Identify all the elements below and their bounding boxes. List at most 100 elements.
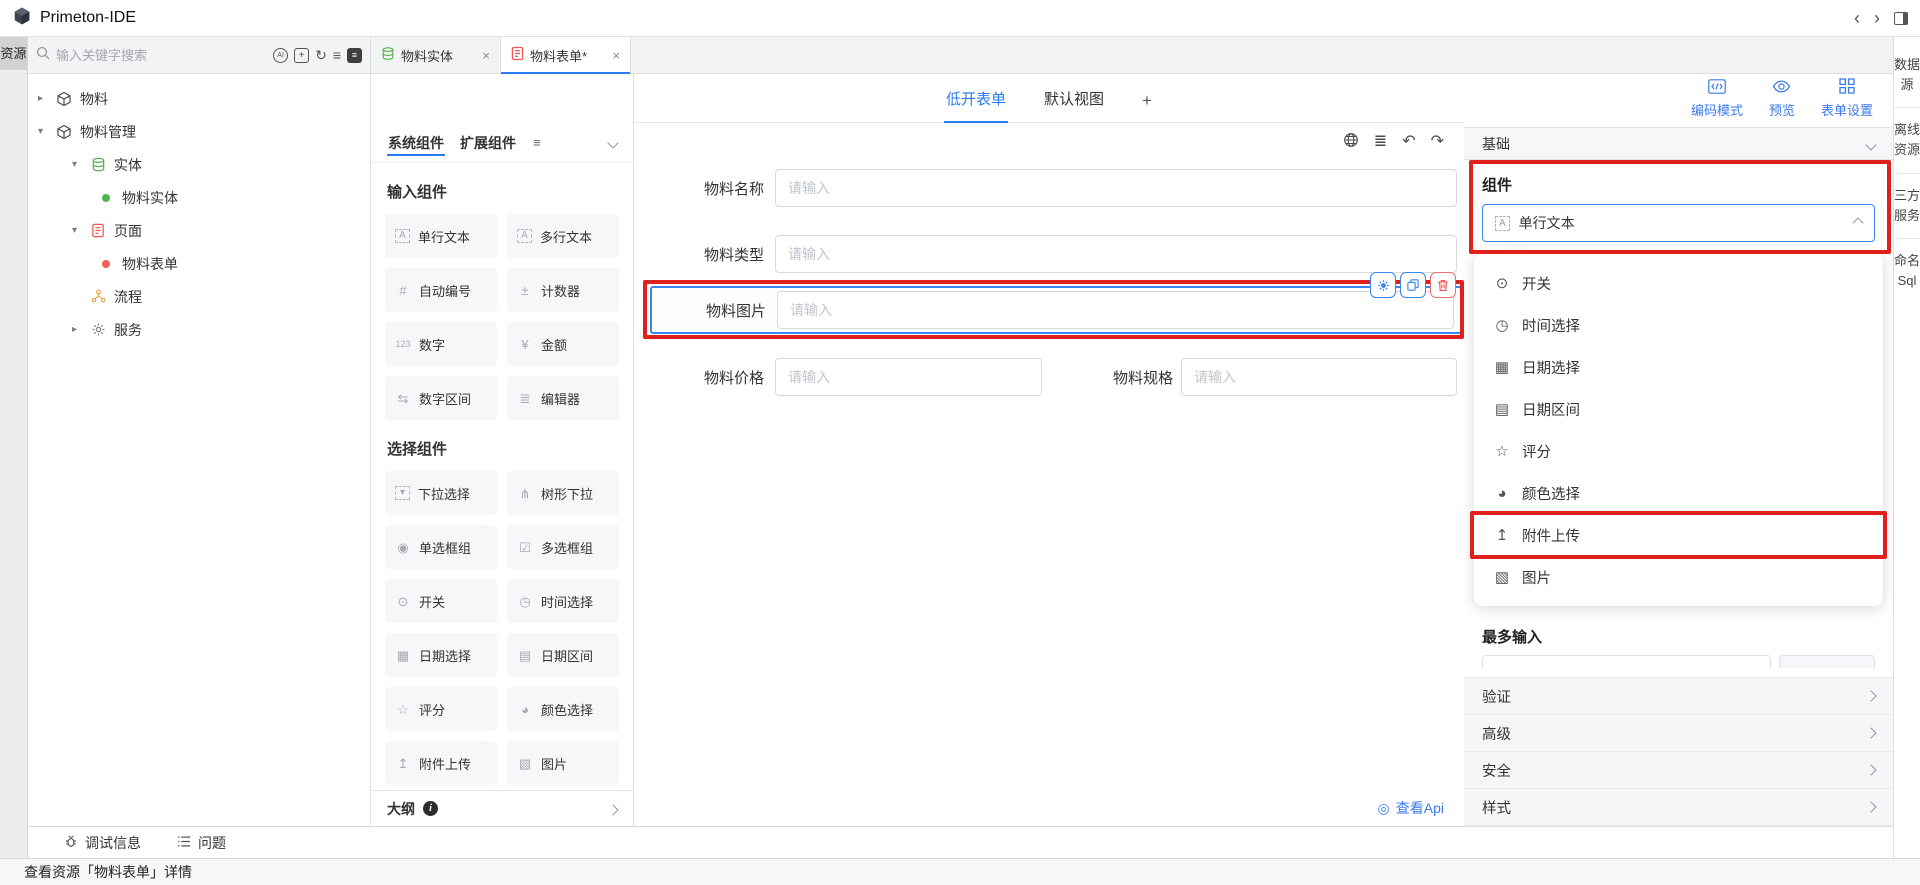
outline-footer[interactable]: 大纲 i [371, 790, 633, 826]
palette-item-auto-number[interactable]: #自动编号 [385, 268, 497, 312]
section-security[interactable]: 安全 [1464, 752, 1893, 789]
field-copy-button[interactable] [1400, 272, 1426, 298]
field-settings-button[interactable] [1370, 272, 1396, 298]
basic-section-header[interactable]: 基础 [1464, 127, 1893, 160]
section-validation[interactable]: 验证 [1464, 678, 1893, 715]
add-view-button[interactable]: + [1140, 91, 1154, 122]
field-input[interactable] [775, 235, 1457, 273]
field-input[interactable] [775, 169, 1457, 207]
history-back-icon[interactable]: ‹ [1854, 9, 1860, 27]
toggle-panel-icon[interactable] [1894, 12, 1908, 25]
dropdown-option-date-picker[interactable]: ▦日期选择 [1474, 346, 1883, 388]
palette-item-multi-text[interactable]: A多行文本 [507, 214, 619, 258]
redo-icon[interactable]: ↷ [1431, 134, 1444, 150]
dropdown-option-date-range[interactable]: ▤日期区间 [1474, 388, 1883, 430]
tab-system-components[interactable]: 系统组件 [387, 124, 445, 162]
undo-icon[interactable]: ↶ [1402, 134, 1415, 150]
rail-tab-resources[interactable]: 资源 [0, 37, 27, 70]
field-input[interactable] [777, 291, 1454, 329]
form-field-image[interactable]: 物料图片 [652, 291, 1460, 329]
form-field-name[interactable]: 物料名称 [634, 169, 1464, 207]
palette-item-rating[interactable]: ☆评分 [385, 687, 497, 731]
max-input-unit-box[interactable] [1779, 655, 1875, 668]
rail-tab-named-sql[interactable]: 命名Sql [1894, 239, 1920, 303]
tree-item-service[interactable]: ▸ 服务 [28, 313, 370, 346]
section-advanced[interactable]: 高级 [1464, 715, 1893, 752]
field-input-price[interactable] [775, 358, 1042, 396]
form-settings-button[interactable]: 表单设置 [1821, 78, 1873, 119]
history-forward-icon[interactable]: › [1874, 9, 1880, 27]
palette-item-image[interactable]: ▧图片 [507, 741, 619, 785]
rail-tab-thirdparty-services[interactable]: 三方服务 [1894, 174, 1920, 239]
dropdown-option-image[interactable]: ▧图片 [1474, 556, 1883, 598]
tree-item-entity-group[interactable]: ▾ 实体 [28, 148, 370, 181]
palette-item-date-picker[interactable]: ▦日期选择 [385, 633, 497, 677]
palette-item-currency[interactable]: ¥金额 [507, 322, 619, 366]
expander-collapsed-icon[interactable]: ▸ [72, 324, 88, 335]
code-mode-button[interactable]: 编码模式 [1691, 79, 1743, 119]
palette-item-radio-group[interactable]: ◉单选框组 [385, 525, 497, 569]
view-tab-lowcode-form[interactable]: 低开表单 [944, 88, 1008, 122]
component-type-select[interactable]: A 单行文本 [1482, 204, 1875, 242]
dropdown-option-rating[interactable]: ☆评分 [1474, 430, 1883, 472]
palette-item-dropdown[interactable]: ▾下拉选择 [385, 471, 497, 515]
form-field-type[interactable]: 物料类型 [634, 235, 1464, 273]
palette-item-number[interactable]: 123数字 [385, 322, 497, 366]
rail-tab-data-source[interactable]: 数据源 [1894, 43, 1920, 108]
tree-item-material-form[interactable]: 物料表单 [28, 247, 370, 280]
tab-extended-components[interactable]: 扩展组件 [459, 124, 517, 162]
expander-collapsed-icon[interactable]: ▸ [38, 93, 54, 104]
dropdown-option-attachment-upload[interactable]: ↥附件上传 [1474, 514, 1883, 556]
palette-item-editor[interactable]: ≣编辑器 [507, 376, 619, 420]
i18n-globe-icon[interactable] [1343, 132, 1359, 152]
dropdown-option-color-picker[interactable]: ◕颜色选择 [1474, 472, 1883, 514]
ai-assist-icon[interactable]: AI [273, 48, 288, 63]
search-input[interactable] [56, 48, 267, 63]
expander-expanded-icon[interactable]: ▾ [72, 159, 88, 170]
doc-tab-form[interactable]: 物料表单* × [501, 37, 631, 73]
close-tab-icon[interactable]: × [482, 48, 490, 63]
dropdown-option-switch[interactable]: ⊙开关 [1474, 262, 1883, 304]
palette-item-number-range[interactable]: ⇆数字区间 [385, 376, 497, 420]
tree-item-flow[interactable]: 流程 [28, 280, 370, 313]
max-input-box[interactable] [1482, 655, 1771, 668]
tree-item-material[interactable]: ▸ 物料 [28, 82, 370, 115]
palette-item-time-picker[interactable]: ◷时间选择 [507, 579, 619, 623]
palette-menu-icon[interactable]: ≡ [533, 135, 541, 150]
selected-field-image[interactable]: 物料图片 [650, 286, 1462, 334]
expander-expanded-icon[interactable]: ▾ [72, 225, 88, 236]
tree-item-material-mgmt[interactable]: ▾ 物料管理 [28, 115, 370, 148]
max-input-field[interactable] [1482, 655, 1875, 668]
sort-icon[interactable]: ≡ [333, 48, 341, 62]
tree-item-page-group[interactable]: ▾ 页面 [28, 214, 370, 247]
outline-list-icon[interactable]: ≣ [1374, 134, 1387, 150]
palette-item-counter[interactable]: ±计数器 [507, 268, 619, 312]
palette-collapse-icon[interactable] [609, 134, 617, 152]
palette-item-switch[interactable]: ⊙开关 [385, 579, 497, 623]
palette-item-tree-dropdown[interactable]: ⋔树形下拉 [507, 471, 619, 515]
palette-item-attachment-upload[interactable]: ↥附件上传 [385, 741, 497, 785]
form-design-area[interactable]: 物料名称 物料类型 [634, 161, 1464, 790]
debug-info-button[interactable]: 调试信息 [64, 833, 141, 853]
palette-item-color-picker[interactable]: ◕颜色选择 [507, 687, 619, 731]
view-tab-default-view[interactable]: 默认视图 [1042, 88, 1106, 122]
doc-tab-entity[interactable]: 物料实体 × [371, 37, 501, 73]
palette-item-single-text[interactable]: A单行文本 [385, 214, 497, 258]
preview-button[interactable]: 预览 [1769, 79, 1795, 119]
rail-tab-offline-resources[interactable]: 离线资源 [1894, 108, 1920, 173]
close-tab-icon[interactable]: × [612, 48, 620, 63]
section-style[interactable]: 样式 [1464, 789, 1893, 826]
view-api-link[interactable]: 查看Api [1396, 798, 1444, 818]
expander-expanded-icon[interactable]: ▾ [38, 126, 54, 137]
field-input-spec[interactable] [1181, 358, 1457, 396]
dropdown-option-time-picker[interactable]: ◷时间选择 [1474, 304, 1883, 346]
palette-scroll-area[interactable]: 输入组件 A单行文本 A多行文本 #自动编号 ±计数器 123数字 ¥金额 ⇆数… [371, 163, 633, 790]
view-switch-icon[interactable]: ≡ [347, 48, 362, 63]
refresh-icon[interactable]: ↻ [315, 48, 327, 62]
new-resource-icon[interactable]: + [294, 48, 309, 63]
palette-item-checkbox-group[interactable]: ☑多选框组 [507, 525, 619, 569]
tree-item-material-entity[interactable]: 物料实体 [28, 181, 370, 214]
field-delete-button[interactable] [1430, 272, 1456, 298]
palette-item-date-range[interactable]: ▤日期区间 [507, 633, 619, 677]
problems-button[interactable]: 问题 [177, 833, 226, 853]
